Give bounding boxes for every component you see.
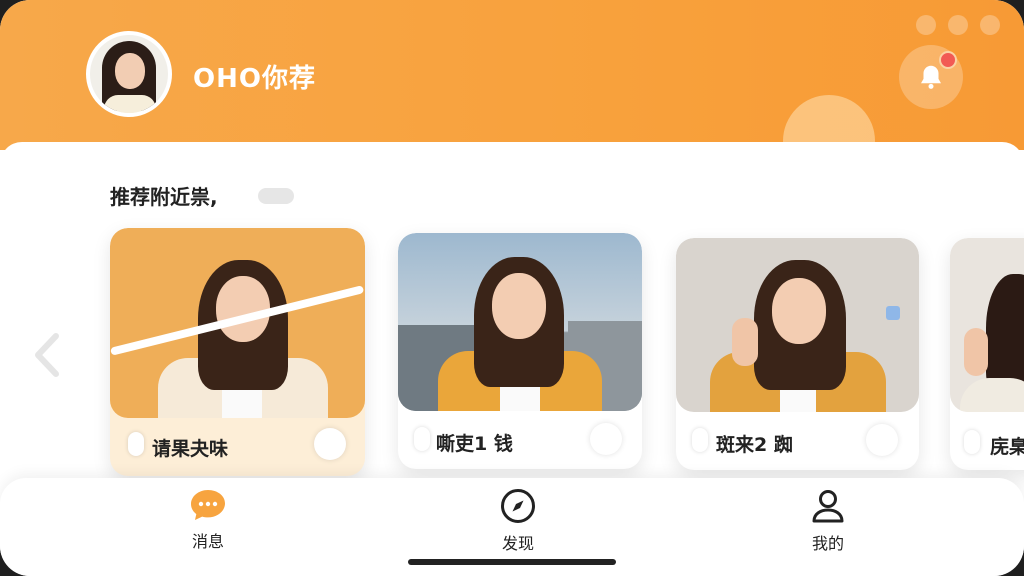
notification-button[interactable]	[899, 45, 963, 109]
profile-name: 斑来2 踟	[716, 434, 793, 456]
profile-photo	[398, 233, 642, 411]
tab-discover[interactable]: 发现	[473, 488, 563, 554]
tab-label: 消息	[191, 532, 224, 551]
tab-profile[interactable]: 我的	[783, 488, 873, 554]
tab-messages[interactable]: 消息	[163, 488, 253, 552]
favorite-button[interactable]	[866, 424, 898, 456]
favorite-button[interactable]	[590, 423, 622, 455]
tag-icon	[964, 430, 980, 454]
profile-card[interactable]: 斑来2 踟	[676, 238, 919, 470]
tag-icon	[414, 427, 430, 451]
app-screen: OHO你荐 推荐附近祟, 请果夬味 嘶吏1 钱 斑来2 踟 庑臬 消息 发现 我…	[0, 0, 1024, 576]
profile-name: 请果夬味	[152, 438, 229, 460]
app-title: OHO你荐	[193, 64, 316, 94]
profile-photo	[110, 228, 365, 418]
avatar[interactable]	[86, 31, 172, 117]
home-indicator[interactable]	[408, 559, 616, 565]
section-title: 推荐附近祟,	[110, 185, 218, 209]
section-title-decor	[258, 188, 294, 204]
profile-name: 嘶吏1 钱	[436, 433, 513, 455]
profile-card[interactable]: 请果夬味	[110, 228, 365, 476]
notification-badge	[939, 51, 957, 69]
tab-label: 发现	[501, 534, 534, 553]
profile-photo	[676, 238, 919, 412]
chat-bubble-icon	[191, 490, 225, 520]
tab-label: 我的	[811, 534, 844, 553]
compass-icon	[501, 489, 535, 523]
header-decor-dots	[916, 15, 1000, 35]
tag-icon	[692, 428, 708, 452]
profile-photo	[950, 238, 1024, 412]
chevron-left-icon[interactable]	[28, 330, 68, 380]
person-icon	[812, 490, 844, 523]
tag-icon	[128, 432, 144, 456]
favorite-button[interactable]	[314, 428, 346, 460]
profile-card[interactable]: 庑臬	[950, 238, 1024, 470]
profile-card[interactable]: 嘶吏1 钱	[398, 233, 642, 469]
profile-name: 庑臬	[990, 436, 1024, 458]
